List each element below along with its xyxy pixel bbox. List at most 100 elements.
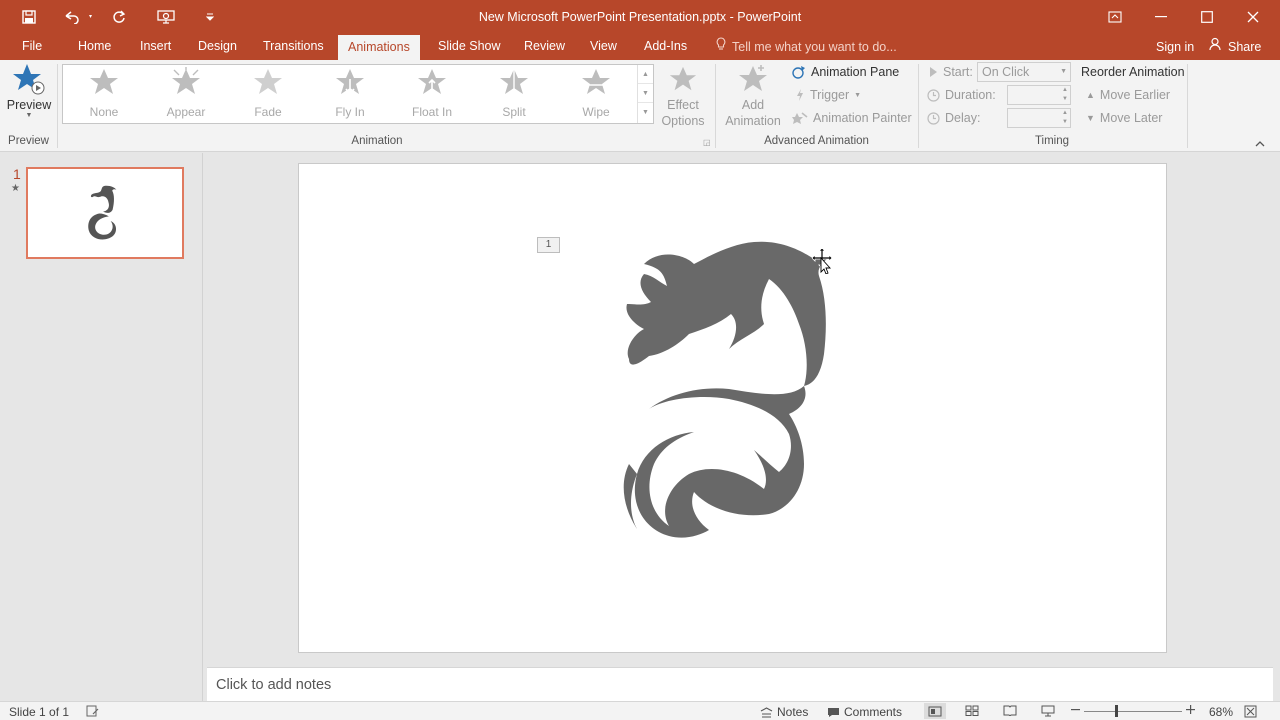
animation-split[interactable]: Split (474, 67, 554, 121)
move-later-button[interactable]: ▼ Move Later (1086, 111, 1162, 125)
preview-dropdown-icon[interactable]: ▼ (6, 112, 52, 119)
split-star-icon (500, 69, 528, 94)
duration-label-row: Duration: (927, 88, 996, 102)
slide-show-view-icon[interactable] (1041, 705, 1055, 717)
tab-transitions[interactable]: Transitions (253, 34, 334, 60)
share-label: Share (1228, 40, 1262, 54)
gallery-more-icon[interactable]: ▼ (638, 103, 653, 122)
duration-label: Duration: (945, 88, 996, 102)
ribbon: Preview ▼ Preview None Appear Fade Fly I… (0, 60, 1280, 152)
move-earlier-button[interactable]: ▲ Move Earlier (1086, 88, 1170, 102)
animation-fade[interactable]: Fade (228, 67, 308, 121)
ribbon-display-options-icon[interactable] (1092, 0, 1138, 34)
tell-me-box[interactable]: Tell me what you want to do... (716, 34, 897, 60)
notes-button[interactable]: Notes (760, 705, 808, 719)
zoom-slider[interactable] (1084, 705, 1182, 717)
notes-pane[interactable]: Click to add notes (207, 667, 1273, 701)
reading-view-icon[interactable] (1003, 705, 1017, 716)
collapse-ribbon-icon[interactable] (1255, 136, 1265, 150)
fly-in-star-icon (336, 69, 364, 96)
animation-painter-button[interactable]: Animation Painter (792, 111, 912, 125)
move-later-icon: ▼ (1086, 113, 1095, 123)
delay-label-row: Delay: (927, 111, 980, 125)
trigger-dropdown-icon: ▼ (854, 91, 862, 99)
delay-spinner[interactable]: ▲ ▼ (1007, 108, 1071, 128)
comments-button[interactable]: Comments (827, 705, 902, 719)
effect-options-label-1: Effect (667, 98, 699, 112)
animation-split-label: Split (502, 105, 526, 119)
animation-float-in[interactable]: Float In (392, 67, 472, 121)
notes-label: Notes (777, 705, 809, 719)
gallery-scroll-up-icon[interactable]: ▲ (638, 65, 653, 84)
zoom-in-icon[interactable] (1186, 705, 1195, 714)
fit-to-window-icon[interactable] (1244, 705, 1257, 718)
tab-add-ins[interactable]: Add-Ins (634, 34, 697, 60)
start-select[interactable]: On Click ▼ (977, 62, 1071, 82)
add-animation-button[interactable]: Add Animation (720, 64, 786, 132)
maximize-icon[interactable] (1184, 0, 1230, 34)
delay-spin-icon: ▲ ▼ (1062, 110, 1068, 125)
animation-pane-icon (792, 66, 805, 79)
zoom-level[interactable]: 68% (1209, 705, 1233, 719)
animation-fly-in[interactable]: Fly In (310, 67, 390, 121)
animation-order-tag[interactable]: 1 (537, 237, 560, 253)
tab-insert[interactable]: Insert (130, 34, 181, 60)
none-star-icon (90, 69, 118, 94)
animation-appear-label: Appear (166, 105, 206, 119)
tab-file[interactable]: File (12, 34, 52, 60)
animation-pane-label: Animation Pane (811, 65, 900, 79)
slide-canvas[interactable] (298, 163, 1167, 653)
tab-view[interactable]: View (580, 34, 627, 60)
minimize-icon[interactable] (1138, 0, 1184, 34)
start-dropdown-icon: ▼ (1060, 68, 1067, 75)
tab-home[interactable]: Home (68, 34, 121, 60)
window-title: New Microsoft PowerPoint Presentation.pp… (478, 10, 802, 24)
start-label: Start: (943, 65, 973, 79)
animation-painter-icon (792, 112, 808, 124)
move-cursor-icon (811, 247, 834, 277)
effect-options-button[interactable]: Effect Options (658, 64, 708, 132)
gallery-scroll: ▲ ▼ ▼ (637, 65, 653, 123)
duration-spinner[interactable]: ▲ ▼ (1007, 85, 1071, 105)
start-label-row: Start: (928, 65, 973, 79)
preview-star-icon (6, 62, 52, 98)
close-icon[interactable] (1230, 0, 1276, 34)
dragon-picture[interactable] (299, 164, 1168, 654)
slide-info: Slide 1 of 1 (9, 705, 70, 719)
animation-appear[interactable]: Appear (146, 67, 226, 121)
normal-view-icon[interactable] (924, 703, 946, 719)
trigger-button[interactable]: Trigger ▼ (795, 88, 861, 102)
slide-sorter-icon[interactable] (965, 705, 979, 716)
share-button[interactable]: Share (1209, 34, 1261, 60)
accessibility-icon[interactable] (86, 705, 100, 717)
tab-slide-show[interactable]: Slide Show (428, 34, 511, 60)
tab-animations[interactable]: Animations (338, 35, 420, 60)
delay-clock-icon (927, 111, 940, 125)
zoom-out-icon[interactable] (1071, 705, 1080, 714)
animation-fly-in-label: Fly In (335, 105, 365, 119)
move-earlier-icon: ▲ (1086, 90, 1095, 100)
add-animation-label-2: Animation (725, 114, 781, 128)
tab-review[interactable]: Review (514, 34, 575, 60)
sign-in-link[interactable]: Sign in (1156, 34, 1194, 60)
preview-button[interactable]: Preview ▼ (6, 62, 52, 130)
slide-thumbnail[interactable] (26, 167, 184, 259)
gallery-scroll-down-icon[interactable]: ▼ (638, 84, 653, 103)
tab-design[interactable]: Design (188, 34, 247, 60)
animation-none-label: None (89, 105, 119, 119)
animation-fade-label: Fade (254, 105, 282, 119)
zoom-slider-thumb[interactable] (1115, 705, 1118, 717)
animation-none[interactable]: None (64, 67, 144, 121)
add-animation-label-1: Add (741, 98, 765, 112)
reorder-animation-label: Reorder Animation (1081, 65, 1185, 79)
delay-label: Delay: (945, 111, 981, 125)
thumbnail-dragon-image (88, 185, 117, 240)
animation-dialog-launcher-icon[interactable]: ◲ (703, 138, 711, 147)
animation-group-label: Animation (351, 135, 403, 147)
effect-options-label-2: Options (661, 114, 705, 128)
animation-pane-button[interactable]: Animation Pane (792, 65, 899, 79)
start-value: On Click (982, 65, 1030, 79)
animation-wipe[interactable]: Wipe (556, 67, 636, 121)
add-animation-star-icon (739, 65, 767, 91)
slide-number: 1 (13, 166, 21, 182)
